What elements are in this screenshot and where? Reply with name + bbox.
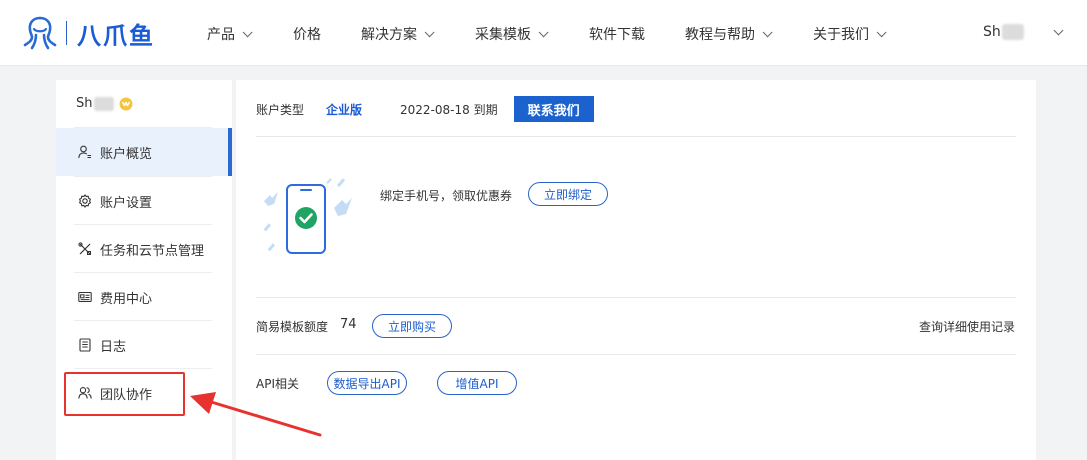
- sidebar-user-name: Sh: [76, 96, 93, 111]
- sidebar-item-label: 任务和云节点管理: [100, 243, 205, 259]
- usage-detail-link[interactable]: 查询详细使用记录: [919, 318, 1015, 335]
- sidebar-item-label: 账户概览: [100, 146, 153, 162]
- sidebar-item-label: 费用中心: [100, 291, 153, 307]
- brand-logo[interactable]: 八爪鱼: [22, 14, 155, 52]
- section-divider: [256, 354, 1016, 355]
- nav-item-help[interactable]: 教程与帮助: [685, 24, 773, 44]
- nav-item-product[interactable]: 产品: [207, 24, 253, 44]
- chevron-down-icon: [876, 26, 887, 37]
- nav-label: 关于我们: [813, 27, 869, 43]
- chevron-down-icon: [762, 26, 773, 37]
- nav-label: 价格: [293, 27, 321, 43]
- section-divider: [256, 297, 1016, 298]
- blurred-username: [93, 96, 114, 111]
- chevron-down-icon[interactable]: [1053, 25, 1064, 36]
- user-name: Sh: [983, 24, 1001, 40]
- sidebar-item-billing[interactable]: 费用中心: [56, 273, 232, 321]
- nav-label: 采集模板: [475, 27, 531, 43]
- bind-now-button[interactable]: 立即绑定: [528, 182, 608, 206]
- chevron-down-icon: [242, 26, 253, 37]
- annotation-highlight-box: [64, 372, 185, 416]
- top-header: 八爪鱼 产品 价格 解决方案 采集模板 软件下载 教程与帮助 关于我们 Sh: [0, 0, 1087, 66]
- document-icon: [78, 338, 92, 352]
- chevron-down-icon: [538, 26, 549, 37]
- sidebar-user: Sh: [76, 96, 133, 111]
- nav-item-about[interactable]: 关于我们: [813, 24, 887, 44]
- bind-phone-prompt: 绑定手机号，领取优惠券: [380, 189, 513, 203]
- data-export-api-button[interactable]: 数据导出API: [327, 371, 407, 395]
- octopus-logo-icon: [23, 16, 57, 50]
- blurred-username: [1001, 24, 1024, 40]
- nav-label: 解决方案: [361, 27, 417, 43]
- brand-name: 八爪鱼: [77, 21, 155, 50]
- nav-item-download[interactable]: 软件下载: [589, 24, 645, 44]
- account-info-row: 账户类型 企业版 2022-08-18 到期 联系我们: [256, 96, 594, 122]
- nav-label: 软件下载: [589, 27, 645, 43]
- sidebar-item-logs[interactable]: 日志: [56, 321, 232, 369]
- api-label: API相关: [256, 377, 299, 391]
- phone-bind-illustration-icon: [263, 178, 352, 254]
- nav-item-templates[interactable]: 采集模板: [475, 24, 549, 44]
- gear-icon: [78, 194, 92, 208]
- sidebar-item-account-settings[interactable]: 账户设置: [56, 177, 232, 225]
- nav-label: 教程与帮助: [685, 27, 755, 43]
- account-type-label: 账户类型: [256, 102, 305, 117]
- logo-divider: [66, 21, 67, 45]
- account-type-value[interactable]: 企业版: [326, 101, 362, 118]
- sidebar-item-task-cloud-nodes[interactable]: 任务和云节点管理: [56, 225, 232, 273]
- value-added-api-button[interactable]: 增值API: [437, 371, 517, 395]
- nav-label: 产品: [207, 27, 235, 43]
- sidebar-item-label: 账户设置: [100, 195, 153, 211]
- tools-icon: [78, 242, 92, 256]
- vip-crown-icon: [119, 97, 132, 110]
- section-divider: [256, 136, 1016, 137]
- nav-item-solutions[interactable]: 解决方案: [361, 24, 435, 44]
- expire-date: 2022-08-18 到期: [400, 102, 498, 117]
- sidebar-item-account-overview[interactable]: 账户概览: [56, 128, 232, 176]
- user-menu[interactable]: Sh: [983, 24, 1024, 40]
- contact-us-button[interactable]: 联系我们: [513, 96, 594, 122]
- template-quota-value: 74: [340, 317, 357, 332]
- buy-now-button[interactable]: 立即购买: [372, 314, 452, 338]
- chevron-down-icon: [424, 26, 435, 37]
- sidebar-item-label: 日志: [100, 339, 127, 355]
- template-quota-label: 简易模板额度: [256, 320, 329, 334]
- nav-item-price[interactable]: 价格: [293, 24, 321, 44]
- main-panel: 账户类型 企业版 2022-08-18 到期 联系我们 绑定手机号，领取优惠券 …: [236, 80, 1036, 460]
- user-list-icon: [78, 145, 92, 159]
- id-card-icon: [78, 290, 92, 304]
